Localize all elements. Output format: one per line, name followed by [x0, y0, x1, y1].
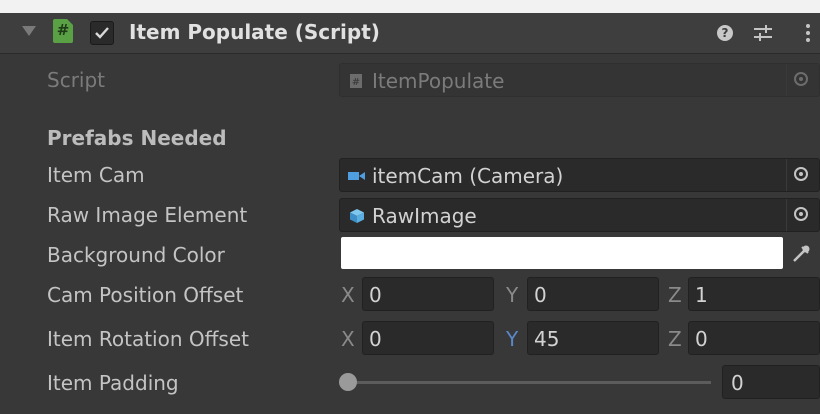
item-cam-value: itemCam (Camera)	[372, 164, 564, 188]
script-value: ItemPopulate	[372, 69, 505, 93]
cam-position-x-input[interactable]: 0	[362, 277, 494, 311]
object-picker-icon[interactable]	[786, 199, 819, 231]
x-axis-label: X	[341, 327, 355, 351]
background-color-swatch[interactable]	[341, 237, 783, 269]
item-cam-field[interactable]: itemCam (Camera)	[339, 158, 820, 192]
raw-image-element-value: RawImage	[372, 204, 477, 228]
z-axis-label: Z	[668, 283, 682, 307]
script-icon: #	[53, 19, 73, 43]
cam-position-z-input[interactable]: 1	[688, 277, 820, 311]
raw-image-element-label: Raw Image Element	[47, 203, 248, 227]
script-field: # ItemPopulate	[339, 63, 820, 97]
item-rotation-y-input[interactable]: 45	[527, 321, 659, 355]
section-header-prefabs: Prefabs Needed	[47, 126, 227, 150]
item-padding-slider-track[interactable]	[349, 381, 711, 384]
y-axis-label: Y	[506, 283, 519, 307]
object-picker-icon[interactable]	[786, 159, 819, 191]
help-icon[interactable]: ?	[714, 22, 736, 44]
x-axis-label: X	[341, 283, 355, 307]
background-color-label: Background Color	[47, 243, 225, 267]
partial-text-above	[0, 0, 820, 13]
item-rotation-z-input[interactable]: 0	[688, 321, 820, 355]
raw-image-element-field[interactable]: RawImage	[339, 198, 820, 232]
y-axis-label: Y	[506, 327, 519, 351]
component-title: Item Populate (Script)	[129, 20, 380, 44]
camera-icon	[348, 172, 365, 180]
foldout-arrow-icon[interactable]	[22, 26, 36, 36]
item-padding-label: Item Padding	[47, 371, 179, 395]
presets-icon[interactable]	[752, 22, 774, 44]
item-rotation-offset-label: Item Rotation Offset	[47, 327, 249, 351]
item-rotation-x-input[interactable]: 0	[362, 321, 494, 355]
script-label: Script	[47, 68, 106, 92]
cam-position-y-input[interactable]: 0	[527, 277, 659, 311]
object-picker-icon	[786, 64, 819, 96]
item-cam-label: Item Cam	[47, 163, 145, 187]
component-header[interactable]: # Item Populate (Script) ?	[0, 13, 820, 54]
script-file-icon: #	[350, 74, 362, 88]
eyedropper-icon[interactable]	[790, 243, 812, 265]
enable-checkbox[interactable]	[90, 21, 114, 45]
item-padding-input[interactable]: 0	[722, 365, 820, 399]
checkmark-icon	[95, 27, 109, 39]
svg-text:#: #	[352, 77, 360, 88]
item-padding-slider-thumb[interactable]	[339, 373, 357, 391]
prefab-cube-icon	[350, 209, 364, 223]
cam-position-offset-label: Cam Position Offset	[47, 283, 244, 307]
context-menu-icon[interactable]	[797, 22, 819, 44]
z-axis-label: Z	[668, 327, 682, 351]
